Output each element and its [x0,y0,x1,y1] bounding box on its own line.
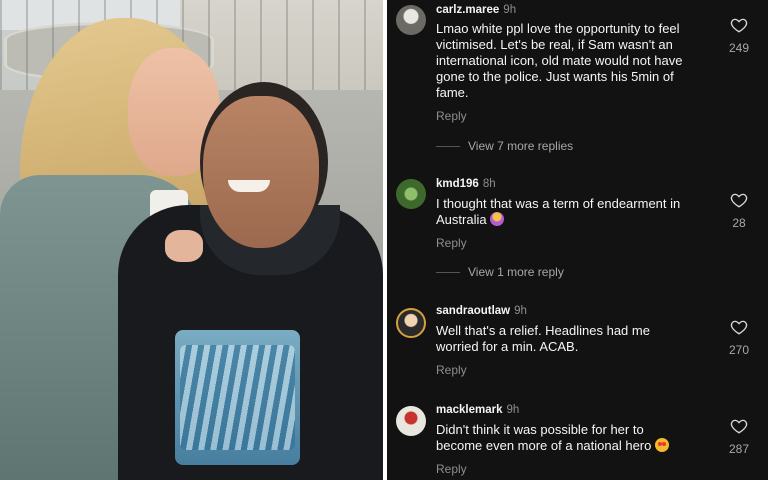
comment-text-line: become even more of a national hero [436,438,652,453]
replies-line [436,146,460,148]
view-more-replies[interactable]: View 1 more reply [436,265,564,279]
reply-button[interactable]: Reply [436,236,467,250]
like-count: 28 [732,216,746,230]
comment-text-line: worried for a min. ACAB. [436,339,579,354]
heart-eyes-emoji [654,438,669,452]
comment-text: I thought that was a term of endearment … [436,196,722,228]
hoodie-graphic-pattern [180,345,295,450]
heart-icon[interactable] [730,417,748,435]
comment-username[interactable]: carlz.maree 9h [436,4,516,16]
comment-text-line: Didn't think it was possible for her to [436,422,644,437]
avatar[interactable] [396,406,426,436]
reply-button[interactable]: Reply [436,109,467,123]
comment-text-line: international icon, old mate would not h… [436,53,683,68]
heart-icon[interactable] [730,191,748,209]
username-text[interactable]: macklemark [436,404,503,416]
reply-button[interactable]: Reply [436,462,467,476]
reply-button[interactable]: Reply [436,363,467,377]
view-replies-label[interactable]: View 1 more reply [468,265,564,279]
heart-icon[interactable] [730,16,748,34]
comment-text-line: fame. [436,85,469,100]
like-count: 270 [728,343,750,357]
comment-username[interactable]: sandraoutlaw 9h [436,305,527,317]
comment-username[interactable]: kmd196 8h [436,178,496,190]
comment-text-line-with-emoji: become even more of a national hero [436,438,722,454]
person-right-face [203,96,319,248]
comment-time: 9h [506,404,520,416]
heart-icon[interactable] [730,318,748,336]
comment-time: 8h [482,178,496,190]
comment-time: 9h [514,305,527,317]
replies-line [436,272,460,274]
avatar[interactable] [396,308,426,338]
person-left-hand [165,230,203,262]
comment-time: 9h [503,4,517,16]
comment-text-line: victimised. Let's be real, if Sam wasn't… [436,37,673,52]
comment-text-line-with-emoji: Australia [436,212,722,228]
person-shrugging-emoji [490,212,505,226]
comment-text: Lmao white ppl love the opportunity to f… [436,21,722,101]
comment-text-line: Lmao white ppl love the opportunity to f… [436,21,680,36]
username-text[interactable]: kmd196 [436,178,479,190]
avatar[interactable] [396,5,426,35]
comment-text-line: Well that's a relief. Headlines had me [436,323,650,338]
like-count: 249 [728,41,750,55]
person-right-smile [228,180,270,192]
avatar[interactable] [396,179,426,209]
comment-text-line: I thought that was a term of endearment … [436,196,681,211]
comment-text: Well that's a relief. Headlines had me w… [436,323,722,355]
like-count: 287 [728,442,750,456]
comment-text: Didn't think it was possible for her to … [436,422,722,454]
comment-text-line: gone to the police. Just wants his 5min … [436,69,674,84]
comments-panel: carlz.maree 9h Lmao white ppl love the op… [387,0,768,480]
comment-username[interactable]: macklemark 9h [436,404,519,416]
comment-text-line: Australia [436,212,487,227]
username-text[interactable]: sandraoutlaw [436,305,510,317]
view-more-replies[interactable]: View 7 more replies [436,139,573,153]
username-text[interactable]: carlz.maree [436,4,499,16]
view-replies-label[interactable]: View 7 more replies [468,139,573,153]
selfie-photo [0,0,383,480]
